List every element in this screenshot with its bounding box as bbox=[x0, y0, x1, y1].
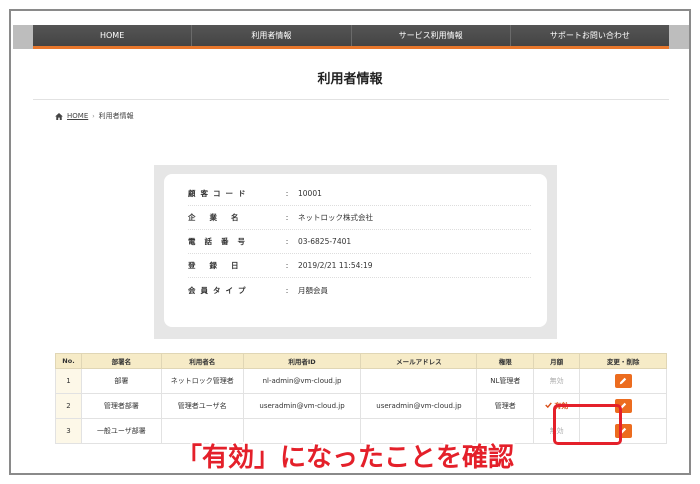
col-header-role: 権限 bbox=[476, 353, 535, 369]
info-label: 登録日 bbox=[188, 261, 253, 270]
info-row-registered-date: 登録日 : 2019/2/21 11:54:19 bbox=[188, 254, 531, 278]
info-row-customer-code: 顧客コード : 10001 bbox=[188, 182, 531, 206]
table-row: 1 部署 ネットロック管理者 nl-admin@vm-cloud.jp NL管理… bbox=[55, 368, 667, 394]
info-colon: : bbox=[285, 237, 289, 246]
info-label: 企業名 bbox=[188, 213, 253, 222]
status-highlight-box bbox=[553, 404, 622, 445]
nav-left-cap bbox=[13, 25, 33, 49]
info-colon: : bbox=[285, 189, 289, 198]
info-colon: : bbox=[285, 261, 289, 270]
cell-name: 管理者ユーザ名 bbox=[160, 393, 244, 419]
col-header-name: 利用者名 bbox=[160, 353, 244, 369]
cell-id: nl-admin@vm-cloud.jp bbox=[242, 368, 362, 394]
cell-email bbox=[360, 368, 478, 394]
table-header-row: No. 部署名 利用者名 利用者ID メールアドレス 権限 月額 変更・削除 bbox=[55, 353, 667, 369]
cell-id: useradmin@vm-cloud.jp bbox=[242, 393, 362, 419]
screenshot-frame: HOME 利用者情報 サービス利用情報 サポートお問い合わせ 利用者情報 HOM… bbox=[9, 9, 691, 475]
page-title: 利用者情報 bbox=[317, 72, 383, 87]
pencil-icon bbox=[619, 377, 627, 385]
breadcrumb-home-link[interactable]: HOME bbox=[67, 112, 88, 120]
cell-email: useradmin@vm-cloud.jp bbox=[360, 393, 478, 419]
info-label: 顧客コード bbox=[188, 189, 251, 198]
check-icon bbox=[545, 402, 552, 409]
cell-role: 管理者 bbox=[476, 393, 535, 419]
cell-actions bbox=[579, 368, 667, 394]
instruction-caption: 「有効」になったことを確認 bbox=[176, 443, 515, 473]
col-header-actions: 変更・削除 bbox=[579, 353, 667, 369]
info-value: ネットロック株式会社 bbox=[298, 213, 373, 222]
info-value: 月額会員 bbox=[298, 285, 328, 295]
nav-user-info[interactable]: 利用者情報 bbox=[192, 25, 352, 46]
info-row-company-name: 企業名 : ネットロック株式会社 bbox=[188, 206, 531, 230]
breadcrumb-current: 利用者情報 bbox=[98, 112, 134, 120]
col-header-id: 利用者ID bbox=[242, 353, 362, 369]
col-header-dept: 部署名 bbox=[80, 353, 162, 369]
info-colon: : bbox=[285, 213, 289, 222]
info-colon: : bbox=[285, 285, 289, 295]
breadcrumb-separator: › bbox=[92, 112, 95, 120]
nav-support[interactable]: サポートお問い合わせ bbox=[510, 25, 669, 46]
cell-dept: 部署 bbox=[80, 368, 162, 394]
cell-no: 1 bbox=[55, 368, 82, 394]
breadcrumb: HOME › 利用者情報 bbox=[55, 111, 134, 121]
edit-button[interactable] bbox=[614, 374, 632, 388]
col-header-email: メールアドレス bbox=[360, 353, 478, 369]
col-header-status: 月額 bbox=[533, 353, 581, 369]
info-value: 03-6825-7401 bbox=[298, 237, 352, 246]
nav-service-info[interactable]: サービス利用情報 bbox=[351, 25, 511, 46]
info-row-phone: 電話番号 : 03-6825-7401 bbox=[188, 230, 531, 254]
cell-dept: 管理者部署 bbox=[80, 393, 162, 419]
col-header-no: No. bbox=[55, 353, 82, 369]
cell-no: 2 bbox=[55, 393, 82, 419]
customer-info-card: 顧客コード : 10001 企業名 : ネットロック株式会社 電話番号 : 03… bbox=[164, 174, 547, 327]
home-icon bbox=[55, 112, 63, 120]
cell-no: 3 bbox=[55, 418, 82, 444]
info-value: 10001 bbox=[298, 189, 322, 198]
info-label: 電話番号 bbox=[188, 237, 254, 246]
nav-right-cap bbox=[669, 25, 689, 49]
cell-name: ネットロック管理者 bbox=[160, 368, 244, 394]
info-label: 会員タイプ bbox=[188, 285, 251, 295]
main-nav: HOME 利用者情報 サービス利用情報 サポートお問い合わせ bbox=[33, 25, 669, 49]
status-disabled-label[interactable]: 無効 bbox=[550, 377, 564, 385]
title-divider bbox=[33, 99, 669, 100]
info-value: 2019/2/21 11:54:19 bbox=[298, 261, 373, 270]
nav-home[interactable]: HOME bbox=[33, 25, 193, 46]
cell-dept: 一般ユーザ部署 bbox=[80, 418, 162, 444]
cell-role: NL管理者 bbox=[476, 368, 535, 394]
info-row-member-type: 会員タイプ : 月額会員 bbox=[188, 278, 531, 302]
cell-status[interactable]: 無効 bbox=[533, 368, 581, 394]
